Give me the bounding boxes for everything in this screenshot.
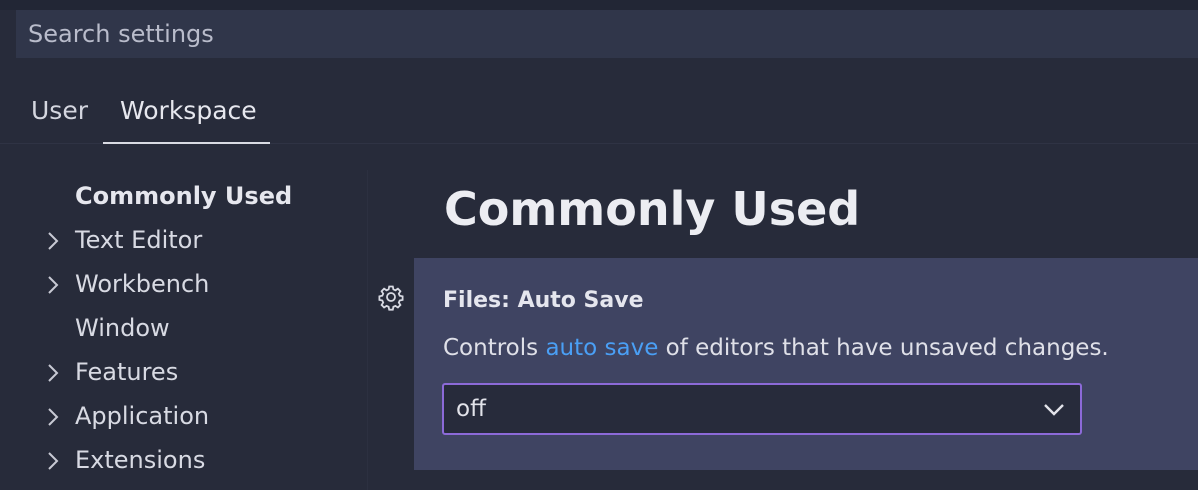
settings-scope-tabs: User Workspace [0, 58, 1198, 144]
auto-save-dropdown[interactable]: off [442, 383, 1082, 435]
toc-item-features[interactable]: Features [75, 358, 178, 386]
toc-divider [367, 170, 368, 490]
search-settings-box[interactable] [16, 10, 1198, 58]
tab-workspace[interactable]: Workspace [120, 96, 257, 125]
setting-item-files-auto-save: Files: Auto Save Controls auto save of e… [414, 258, 1198, 470]
setting-title: Files: Auto Save [443, 288, 644, 313]
dropdown-selected-value: off [456, 396, 486, 422]
section-title: Commonly Used [444, 182, 861, 236]
chevron-right-icon[interactable] [45, 274, 61, 296]
chevron-right-icon[interactable] [45, 230, 61, 252]
settings-editor: User Workspace Commonly Used Text Editor… [0, 0, 1198, 490]
chevron-right-icon[interactable] [45, 362, 61, 384]
toc-item-text-editor[interactable]: Text Editor [75, 226, 202, 254]
description-text: of editors that have unsaved changes. [658, 335, 1109, 361]
active-tab-indicator [103, 142, 270, 144]
toc-item-commonly-used[interactable]: Commonly Used [75, 182, 292, 210]
toc-item-application[interactable]: Application [75, 402, 209, 430]
settings-table-of-contents: Commonly Used Text Editor Workbench Wind… [0, 170, 367, 490]
search-input[interactable] [28, 20, 1198, 48]
tab-user[interactable]: User [31, 96, 88, 125]
chevron-right-icon[interactable] [45, 450, 61, 472]
gear-icon[interactable] [377, 283, 405, 311]
auto-save-link[interactable]: auto save [545, 335, 658, 361]
chevron-down-icon [1044, 404, 1064, 416]
top-bar [0, 0, 1198, 10]
toc-item-extensions[interactable]: Extensions [75, 446, 205, 474]
toc-item-workbench[interactable]: Workbench [75, 270, 209, 298]
toc-item-window[interactable]: Window [75, 314, 170, 342]
chevron-right-icon[interactable] [45, 406, 61, 428]
description-text: Controls [443, 335, 546, 361]
setting-description: Controls auto save of editors that have … [443, 335, 1109, 361]
